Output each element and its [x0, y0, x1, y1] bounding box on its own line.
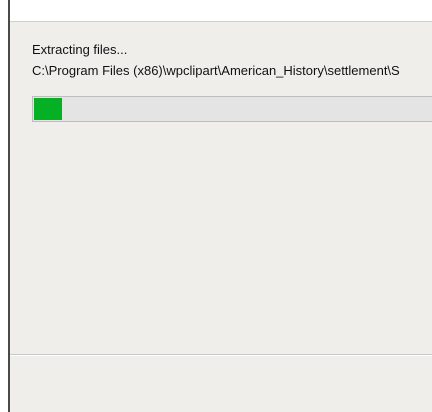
header-strip [10, 0, 432, 22]
current-file-path: C:\Program Files (x86)\wpclipart\America… [32, 63, 400, 78]
footer-separator [10, 354, 432, 356]
status-label: Extracting files... [32, 42, 128, 57]
extraction-progress-bar [32, 96, 432, 122]
progress-fill [34, 98, 62, 120]
installer-window: Extracting files... C:\Program Files (x8… [8, 0, 432, 412]
